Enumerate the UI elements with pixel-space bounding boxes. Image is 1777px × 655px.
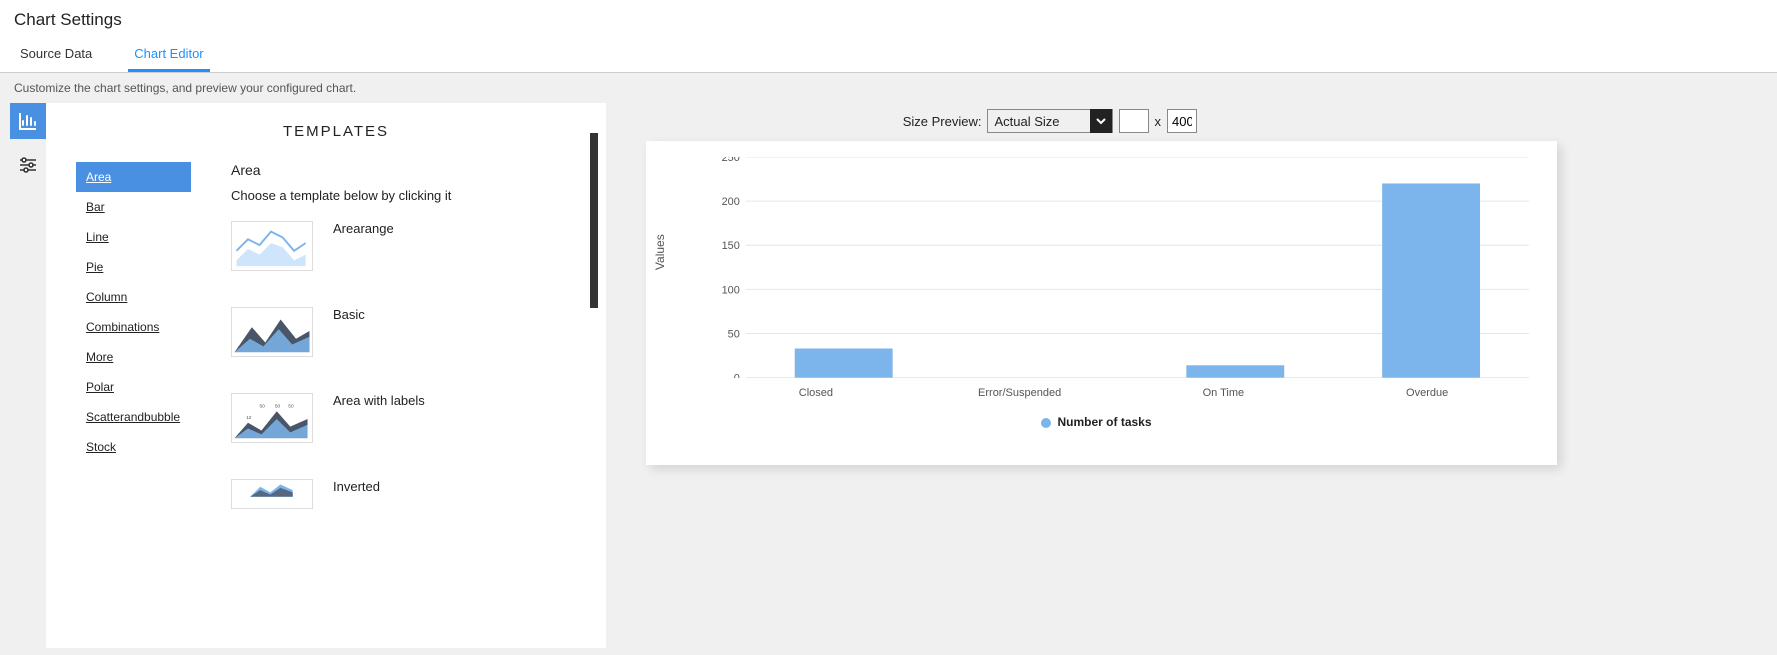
template-label: Area with labels — [333, 393, 425, 408]
size-select-value: Actual Size — [988, 111, 1089, 132]
templates-panel: TEMPLATES Area Bar Line Pie Column Combi… — [46, 103, 606, 648]
thumb-labels-icon: 12 50 50 50 — [231, 393, 313, 443]
template-label: Arearange — [333, 221, 394, 236]
svg-text:0: 0 — [734, 373, 740, 378]
category-combinations[interactable]: Combinations — [76, 312, 191, 342]
bar-chart-icon — [18, 111, 38, 131]
category-polar[interactable]: Polar — [76, 372, 191, 402]
svg-text:100: 100 — [722, 284, 740, 296]
template-arearange[interactable]: Arearange — [231, 221, 596, 271]
legend-label: Number of tasks — [1057, 415, 1151, 429]
svg-text:50: 50 — [275, 403, 281, 409]
template-group-subtitle: Choose a template below by clicking it — [231, 188, 596, 203]
x-tick-label: Overdue — [1325, 387, 1529, 399]
thumb-arearange-icon — [231, 221, 313, 271]
svg-text:12: 12 — [246, 415, 252, 421]
width-input[interactable] — [1119, 109, 1149, 133]
legend-dot-icon — [1041, 418, 1051, 428]
panel-scrollbar[interactable] — [590, 133, 598, 308]
category-bar[interactable]: Bar — [76, 192, 191, 222]
y-axis-label: Values — [653, 234, 667, 270]
size-label: Size Preview: — [903, 114, 982, 129]
size-select[interactable]: Actual Size — [987, 109, 1112, 133]
category-column[interactable]: Column — [76, 282, 191, 312]
svg-text:50: 50 — [728, 328, 740, 340]
svg-text:150: 150 — [722, 240, 740, 252]
thumb-basic-icon — [231, 307, 313, 357]
templates-heading: TEMPLATES — [76, 123, 596, 140]
category-pie[interactable]: Pie — [76, 252, 191, 282]
x-tick-label: Error/Suspended — [918, 387, 1122, 399]
size-preview-row: Size Preview: Actual Size x — [646, 109, 1767, 133]
editor-sidebar — [10, 103, 46, 648]
tab-bar: Source Data Chart Editor — [0, 36, 1777, 73]
svg-text:200: 200 — [722, 196, 740, 208]
page-title: Chart Settings — [0, 0, 1777, 36]
chart-preview: Values 0 50 100 150 200 250 ClosedError/Suspe… — [646, 141, 1557, 465]
height-input[interactable] — [1167, 109, 1197, 133]
category-area[interactable]: Area — [76, 162, 191, 192]
category-scatterandbubble[interactable]: Scatterandbubble — [76, 402, 191, 432]
template-category-list: Area Bar Line Pie Column Combinations Mo… — [76, 162, 191, 545]
category-line[interactable]: Line — [76, 222, 191, 252]
template-label: Inverted — [333, 479, 380, 494]
sliders-icon — [19, 156, 37, 174]
thumb-inverted-icon — [231, 479, 313, 509]
svg-text:50: 50 — [288, 403, 294, 409]
dimension-x: x — [1155, 114, 1162, 129]
svg-text:250: 250 — [722, 157, 740, 164]
tab-chart-editor[interactable]: Chart Editor — [128, 36, 209, 72]
templates-tool-button[interactable] — [10, 103, 46, 139]
category-stock[interactable]: Stock — [76, 432, 191, 462]
tab-description: Customize the chart settings, and previe… — [0, 73, 1777, 103]
svg-text:50: 50 — [260, 403, 266, 409]
template-group-title: Area — [231, 162, 596, 178]
template-inverted[interactable]: Inverted — [231, 479, 596, 509]
tab-source-data[interactable]: Source Data — [14, 36, 98, 72]
x-tick-label: On Time — [1122, 387, 1326, 399]
category-more[interactable]: More — [76, 342, 191, 372]
settings-tool-button[interactable] — [10, 147, 46, 183]
chart-legend: Number of tasks — [656, 415, 1537, 429]
template-area-with-labels[interactable]: 12 50 50 50 Area with labels — [231, 393, 596, 443]
template-label: Basic — [333, 307, 365, 322]
x-tick-label: Closed — [714, 387, 918, 399]
chart-plot: 0 50 100 150 200 250 — [714, 157, 1529, 378]
template-basic[interactable]: Basic — [231, 307, 596, 357]
chevron-down-icon — [1090, 109, 1112, 133]
